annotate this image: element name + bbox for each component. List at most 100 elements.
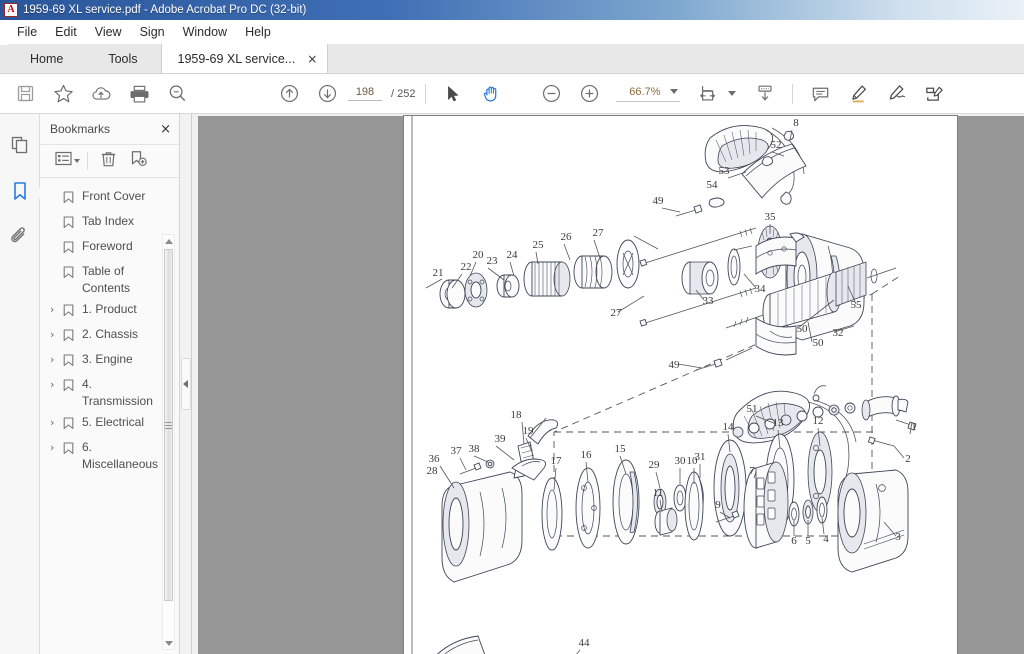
bookmark-item-6-miscellaneous[interactable]: › 6. Miscellaneous — [40, 437, 179, 475]
fit-width-icon — [698, 83, 720, 104]
bookmark-item-foreword[interactable]: Foreword — [40, 236, 179, 261]
menu-file[interactable]: File — [8, 23, 46, 41]
panel-splitter[interactable] — [180, 114, 192, 654]
bookmark-label: 6. Miscellaneous — [82, 440, 159, 471]
pdf-page[interactable]: 21 22 20 23 24 25 26 27 27 33 34 35 50 50 53 52 … — [404, 116, 957, 654]
highlight-button[interactable] — [839, 77, 877, 111]
paperclip-icon — [9, 226, 30, 252]
parts-diagram-svg: 21 22 20 23 2425 26 27 2733 3435 5050 5352 … — [411, 116, 917, 654]
draw-button[interactable] — [877, 77, 915, 111]
upload-button[interactable] — [82, 77, 120, 111]
trash-icon — [100, 150, 117, 173]
delete-bookmark-button[interactable] — [93, 148, 123, 174]
tab-strip: Home Tools 1959-69 XL service... × — [0, 44, 1024, 74]
bookmark-item-tab-index[interactable]: Tab Index — [40, 211, 179, 236]
fit-page-button[interactable] — [690, 77, 728, 111]
menu-view[interactable]: View — [86, 23, 131, 41]
svg-text:55: 55 — [851, 299, 863, 311]
bookmark-item-1-product[interactable]: › 1. Product — [40, 299, 179, 324]
search-button[interactable] — [158, 77, 196, 111]
bookmark-icon — [63, 414, 80, 435]
current-page-input[interactable]: 198 — [348, 86, 382, 101]
zoom-field[interactable]: 66.7% — [616, 85, 681, 102]
chevron-right-icon[interactable]: › — [50, 414, 63, 431]
bolt-49-upper — [675, 204, 703, 217]
bookmark-item-2-chassis[interactable]: › 2. Chassis — [40, 324, 179, 349]
collapse-panel-button[interactable] — [180, 358, 191, 410]
scroll-mode-button[interactable] — [746, 77, 784, 111]
pdf-viewer[interactable]: 21 22 20 23 24 25 26 27 27 33 34 35 50 50 53 52 … — [192, 114, 1024, 654]
cursor-arrow-icon — [443, 84, 463, 104]
comment-button[interactable] — [801, 77, 839, 111]
svg-text:13: 13 — [773, 417, 785, 429]
bookmark-options-button[interactable] — [52, 148, 82, 174]
next-page-button[interactable] — [308, 77, 346, 111]
hand-icon — [481, 83, 502, 104]
body-area: Bookmarks × Front Cover Tab Index Forewo… — [0, 114, 1024, 654]
menu-help[interactable]: Help — [236, 23, 280, 41]
fit-page-chevron-down-icon[interactable] — [728, 91, 737, 96]
zoom-out-button[interactable] — [532, 77, 570, 111]
svg-text:19: 19 — [523, 425, 535, 437]
svg-text:49: 49 — [669, 359, 681, 371]
svg-text:12: 12 — [813, 415, 824, 427]
menu-edit[interactable]: Edit — [46, 23, 86, 41]
bookmark-item-table-of-contents[interactable]: Table of Contents — [40, 261, 179, 299]
chevron-down-icon[interactable] — [670, 89, 679, 94]
save-button[interactable] — [6, 77, 44, 111]
print-button[interactable] — [120, 77, 158, 111]
bookmark-icon — [63, 301, 80, 322]
bookmarks-list[interactable]: Front Cover Tab Index Foreword Table of … — [40, 178, 179, 654]
toolbar-divider-1 — [425, 83, 427, 104]
chevron-right-icon[interactable]: › — [50, 326, 63, 343]
bookmark-item-5-electrical[interactable]: › 5. Electrical — [40, 412, 179, 437]
chevron-down-icon[interactable] — [73, 159, 80, 163]
zoom-in-button[interactable] — [570, 77, 608, 111]
bookmark-item-4-transmission[interactable]: › 4. Transmission — [40, 374, 179, 412]
chevron-right-icon[interactable]: › — [50, 439, 63, 456]
close-icon[interactable]: × — [160, 123, 171, 136]
close-icon[interactable]: × — [307, 53, 317, 65]
fill-and-sign-button[interactable] — [915, 77, 953, 111]
previous-page-button[interactable] — [270, 77, 308, 111]
scroll-up-button[interactable] — [163, 235, 174, 247]
pen-draw-icon — [886, 83, 907, 104]
menu-sign[interactable]: Sign — [131, 23, 174, 41]
scroll-down-button[interactable] — [163, 637, 174, 649]
bookmark-item-3-engine[interactable]: › 3. Engine — [40, 349, 179, 374]
viewer-left-edge — [192, 114, 198, 654]
bookmark-label: Tab Index — [82, 214, 135, 228]
attachments-button[interactable] — [4, 220, 36, 258]
chevron-right-icon[interactable]: › — [50, 301, 63, 318]
chevron-right-icon[interactable]: › — [50, 376, 63, 393]
hand-tool-button[interactable] — [472, 77, 510, 111]
menu-window[interactable]: Window — [174, 23, 236, 41]
zoom-level-value: 66.7% — [629, 85, 661, 98]
page-count: 252 — [397, 87, 416, 100]
bookmarks-scrollbar[interactable] — [162, 234, 175, 650]
add-to-favorites-button[interactable] — [44, 77, 82, 111]
select-tool-button[interactable] — [434, 77, 472, 111]
tab-tools[interactable]: Tools — [86, 44, 161, 73]
zoom-control[interactable]: 66.7% — [616, 85, 681, 102]
page-thumbnails-button[interactable] — [4, 128, 36, 166]
svg-text:15: 15 — [615, 443, 627, 455]
bookmark-icon — [10, 180, 30, 207]
acrobat-window: A 1959-69 XL service.pdf - Adobe Acrobat… — [0, 0, 1024, 654]
title-bar: A 1959-69 XL service.pdf - Adobe Acrobat… — [0, 0, 1024, 20]
svg-text:34: 34 — [755, 283, 767, 295]
new-bookmark-button[interactable] — [123, 148, 153, 174]
bookmark-icon — [63, 439, 80, 460]
svg-text:17: 17 — [551, 455, 563, 467]
chevron-right-icon[interactable]: › — [50, 351, 63, 368]
scrollbar-thumb[interactable] — [164, 249, 173, 601]
tab-home[interactable]: Home — [8, 44, 87, 73]
tab-document[interactable]: 1959-69 XL service... × — [160, 44, 329, 73]
bookmarks-button[interactable] — [4, 174, 45, 212]
svg-text:35: 35 — [765, 211, 777, 223]
bookmark-item-front-cover[interactable]: Front Cover — [40, 186, 179, 211]
bookmarks-panel-header: Bookmarks × — [40, 114, 179, 144]
svg-text:49: 49 — [653, 195, 665, 207]
svg-text:6: 6 — [791, 535, 797, 547]
svg-text:9: 9 — [715, 499, 721, 511]
